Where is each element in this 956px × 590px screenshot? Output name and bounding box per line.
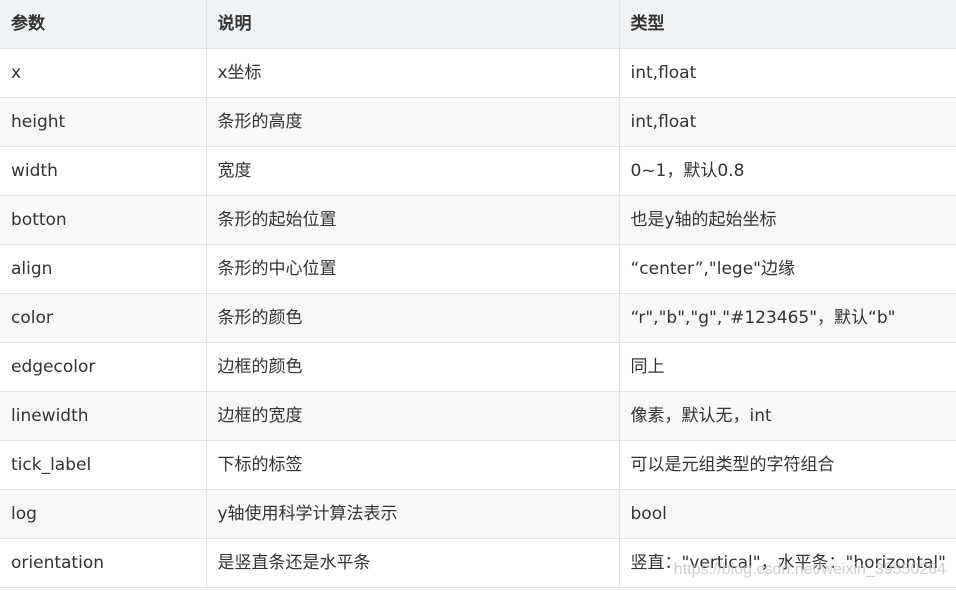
table-row: orientation 是竖直条还是水平条 竖直："vertical"，水平条：…: [0, 538, 956, 588]
table-row: linewidth 边框的宽度 像素，默认无，int: [0, 391, 956, 441]
cell-description: y轴使用科学计算法表示: [206, 489, 620, 539]
cell-type: “center”,"lege"边缘: [619, 244, 956, 294]
cell-param: tick_label: [0, 440, 207, 490]
header-row: 参数 说明 类型: [0, 0, 956, 49]
cell-description: 条形的中心位置: [206, 244, 620, 294]
cell-param: linewidth: [0, 391, 207, 441]
table-header: 参数 说明 类型: [0, 0, 956, 49]
cell-type: 像素，默认无，int: [619, 391, 956, 441]
cell-description: 边框的宽度: [206, 391, 620, 441]
table-row: x x坐标 int,float: [0, 48, 956, 98]
cell-type: int,float: [619, 97, 956, 147]
table-row: edgecolor 边框的颜色 同上: [0, 342, 956, 392]
cell-param: botton: [0, 195, 207, 245]
cell-type: 可以是元组类型的字符组合: [619, 440, 956, 490]
cell-param: align: [0, 244, 207, 294]
cell-type: 也是y轴的起始坐标: [619, 195, 956, 245]
header-param: 参数: [0, 0, 207, 49]
table-body: x x坐标 int,float height 条形的高度 int,float w…: [0, 48, 956, 588]
parameter-table: 参数 说明 类型 x x坐标 int,float height 条形的高度 in…: [0, 0, 956, 588]
table-row: botton 条形的起始位置 也是y轴的起始坐标: [0, 195, 956, 245]
cell-type: “r","b","g","#123465"，默认“b": [619, 293, 956, 343]
cell-description: x坐标: [206, 48, 620, 98]
table-row: tick_label 下标的标签 可以是元组类型的字符组合: [0, 440, 956, 490]
cell-param: color: [0, 293, 207, 343]
table-row: log y轴使用科学计算法表示 bool: [0, 489, 956, 539]
cell-type: int,float: [619, 48, 956, 98]
cell-description: 条形的颜色: [206, 293, 620, 343]
cell-type: bool: [619, 489, 956, 539]
table-row: height 条形的高度 int,float: [0, 97, 956, 147]
header-type: 类型: [619, 0, 956, 49]
cell-param: edgecolor: [0, 342, 207, 392]
cell-description: 条形的起始位置: [206, 195, 620, 245]
cell-type: 同上: [619, 342, 956, 392]
header-description: 说明: [206, 0, 620, 49]
cell-param: height: [0, 97, 207, 147]
cell-type: 0~1，默认0.8: [619, 146, 956, 196]
cell-description: 边框的颜色: [206, 342, 620, 392]
cell-description: 条形的高度: [206, 97, 620, 147]
table-row: align 条形的中心位置 “center”,"lege"边缘: [0, 244, 956, 294]
cell-description: 下标的标签: [206, 440, 620, 490]
cell-param: orientation: [0, 538, 207, 588]
cell-param: width: [0, 146, 207, 196]
cell-param: log: [0, 489, 207, 539]
cell-description: 是竖直条还是水平条: [206, 538, 620, 588]
cell-param: x: [0, 48, 207, 98]
table-row: color 条形的颜色 “r","b","g","#123465"，默认“b": [0, 293, 956, 343]
cell-type: 竖直："vertical"，水平条："horizontal": [619, 538, 956, 588]
cell-description: 宽度: [206, 146, 620, 196]
table-row: width 宽度 0~1，默认0.8: [0, 146, 956, 196]
